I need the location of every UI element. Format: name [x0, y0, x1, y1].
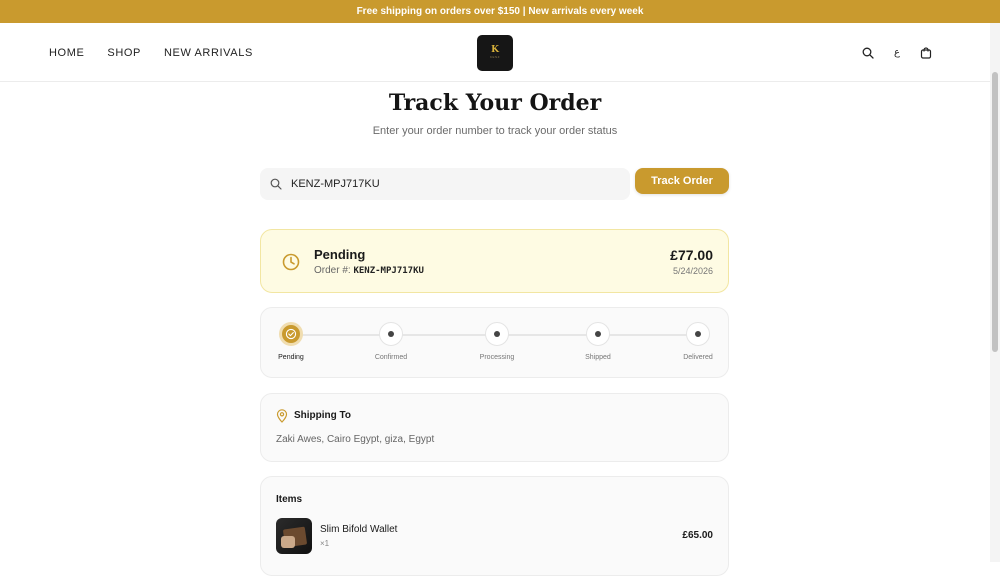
step-dot: [379, 322, 403, 346]
location-pin-icon: [276, 409, 288, 423]
page-subtitle: Enter your order number to track your or…: [372, 125, 618, 137]
order-number-label: Order #:: [314, 265, 351, 276]
order-status-card: Pending Order #: KENZ-MPJ717KU £77.00 5/…: [260, 229, 729, 293]
track-order-button[interactable]: Track Order: [635, 168, 729, 194]
language-icon[interactable]: ع: [889, 45, 905, 61]
order-status: Pending: [314, 247, 366, 262]
shipping-title: Shipping To: [294, 410, 352, 421]
clock-icon: [282, 253, 300, 271]
items-card: Items Slim Bifold Wallet ×1 £65.00: [260, 476, 729, 576]
progress-step-pending: Pending: [261, 322, 321, 361]
header-actions: ع: [860, 23, 934, 82]
search-icon: [270, 178, 282, 190]
progress-step-processing: Processing: [467, 322, 527, 361]
site-header: HOME SHOP NEW ARRIVALS K KENZ ع: [0, 23, 990, 82]
logo-wordmark: KENZ: [489, 55, 500, 59]
logo-mark: K: [491, 45, 499, 55]
progress-step-label: Confirmed: [374, 354, 408, 361]
step-dot: [686, 322, 710, 346]
scrollbar-thumb[interactable]: [992, 72, 998, 352]
item-thumbnail[interactable]: [276, 518, 312, 554]
order-number-value: KENZ-MPJ717KU: [353, 266, 424, 276]
progress-step-shipped: Shipped: [568, 322, 628, 361]
item-quantity: ×1: [320, 539, 330, 548]
order-date: 5/24/2026: [672, 266, 713, 276]
main-nav: HOME SHOP NEW ARRIVALS: [49, 23, 253, 82]
step-dot: [485, 322, 509, 346]
order-progress-card: Pending Confirmed Processing Shipped Deliver…: [260, 307, 729, 378]
nav-new-arrivals-link[interactable]: NEW ARRIVALS: [164, 47, 253, 59]
nav-shop-link[interactable]: SHOP: [107, 47, 141, 59]
progress-step-label: Delivered: [683, 354, 713, 361]
step-dot: [586, 322, 610, 346]
announcement-text: Free shipping on orders over $150 | New …: [356, 6, 644, 17]
items-title: Items: [276, 494, 303, 505]
order-search-box[interactable]: [260, 168, 630, 200]
progress-step-label: Processing: [479, 354, 515, 361]
progress-step-confirmed: Confirmed: [361, 322, 421, 361]
progress-step-label: Shipped: [585, 354, 611, 361]
brand-logo[interactable]: K KENZ: [477, 35, 513, 71]
order-number-line: Order #: KENZ-MPJ717KU: [314, 265, 424, 276]
page-title: Track Your Order: [388, 90, 602, 116]
item-price: £65.00: [682, 530, 713, 541]
cart-icon[interactable]: [918, 45, 934, 61]
progress-step-delivered: Delivered: [668, 322, 728, 361]
shipping-address: Zaki Awes, Cairo Egypt, giza, Egypt: [276, 434, 435, 445]
shipping-card: Shipping To Zaki Awes, Cairo Egypt, giza…: [260, 393, 729, 462]
progress-step-label: Pending: [278, 354, 304, 361]
search-icon[interactable]: [860, 45, 876, 61]
announcement-bar: Free shipping on orders over $150 | New …: [0, 0, 1000, 23]
order-total: £77.00: [670, 247, 713, 263]
check-circle-icon: [279, 322, 303, 346]
order-number-input[interactable]: [291, 178, 611, 190]
item-name: Slim Bifold Wallet: [320, 524, 398, 535]
nav-home-link[interactable]: HOME: [49, 47, 84, 59]
